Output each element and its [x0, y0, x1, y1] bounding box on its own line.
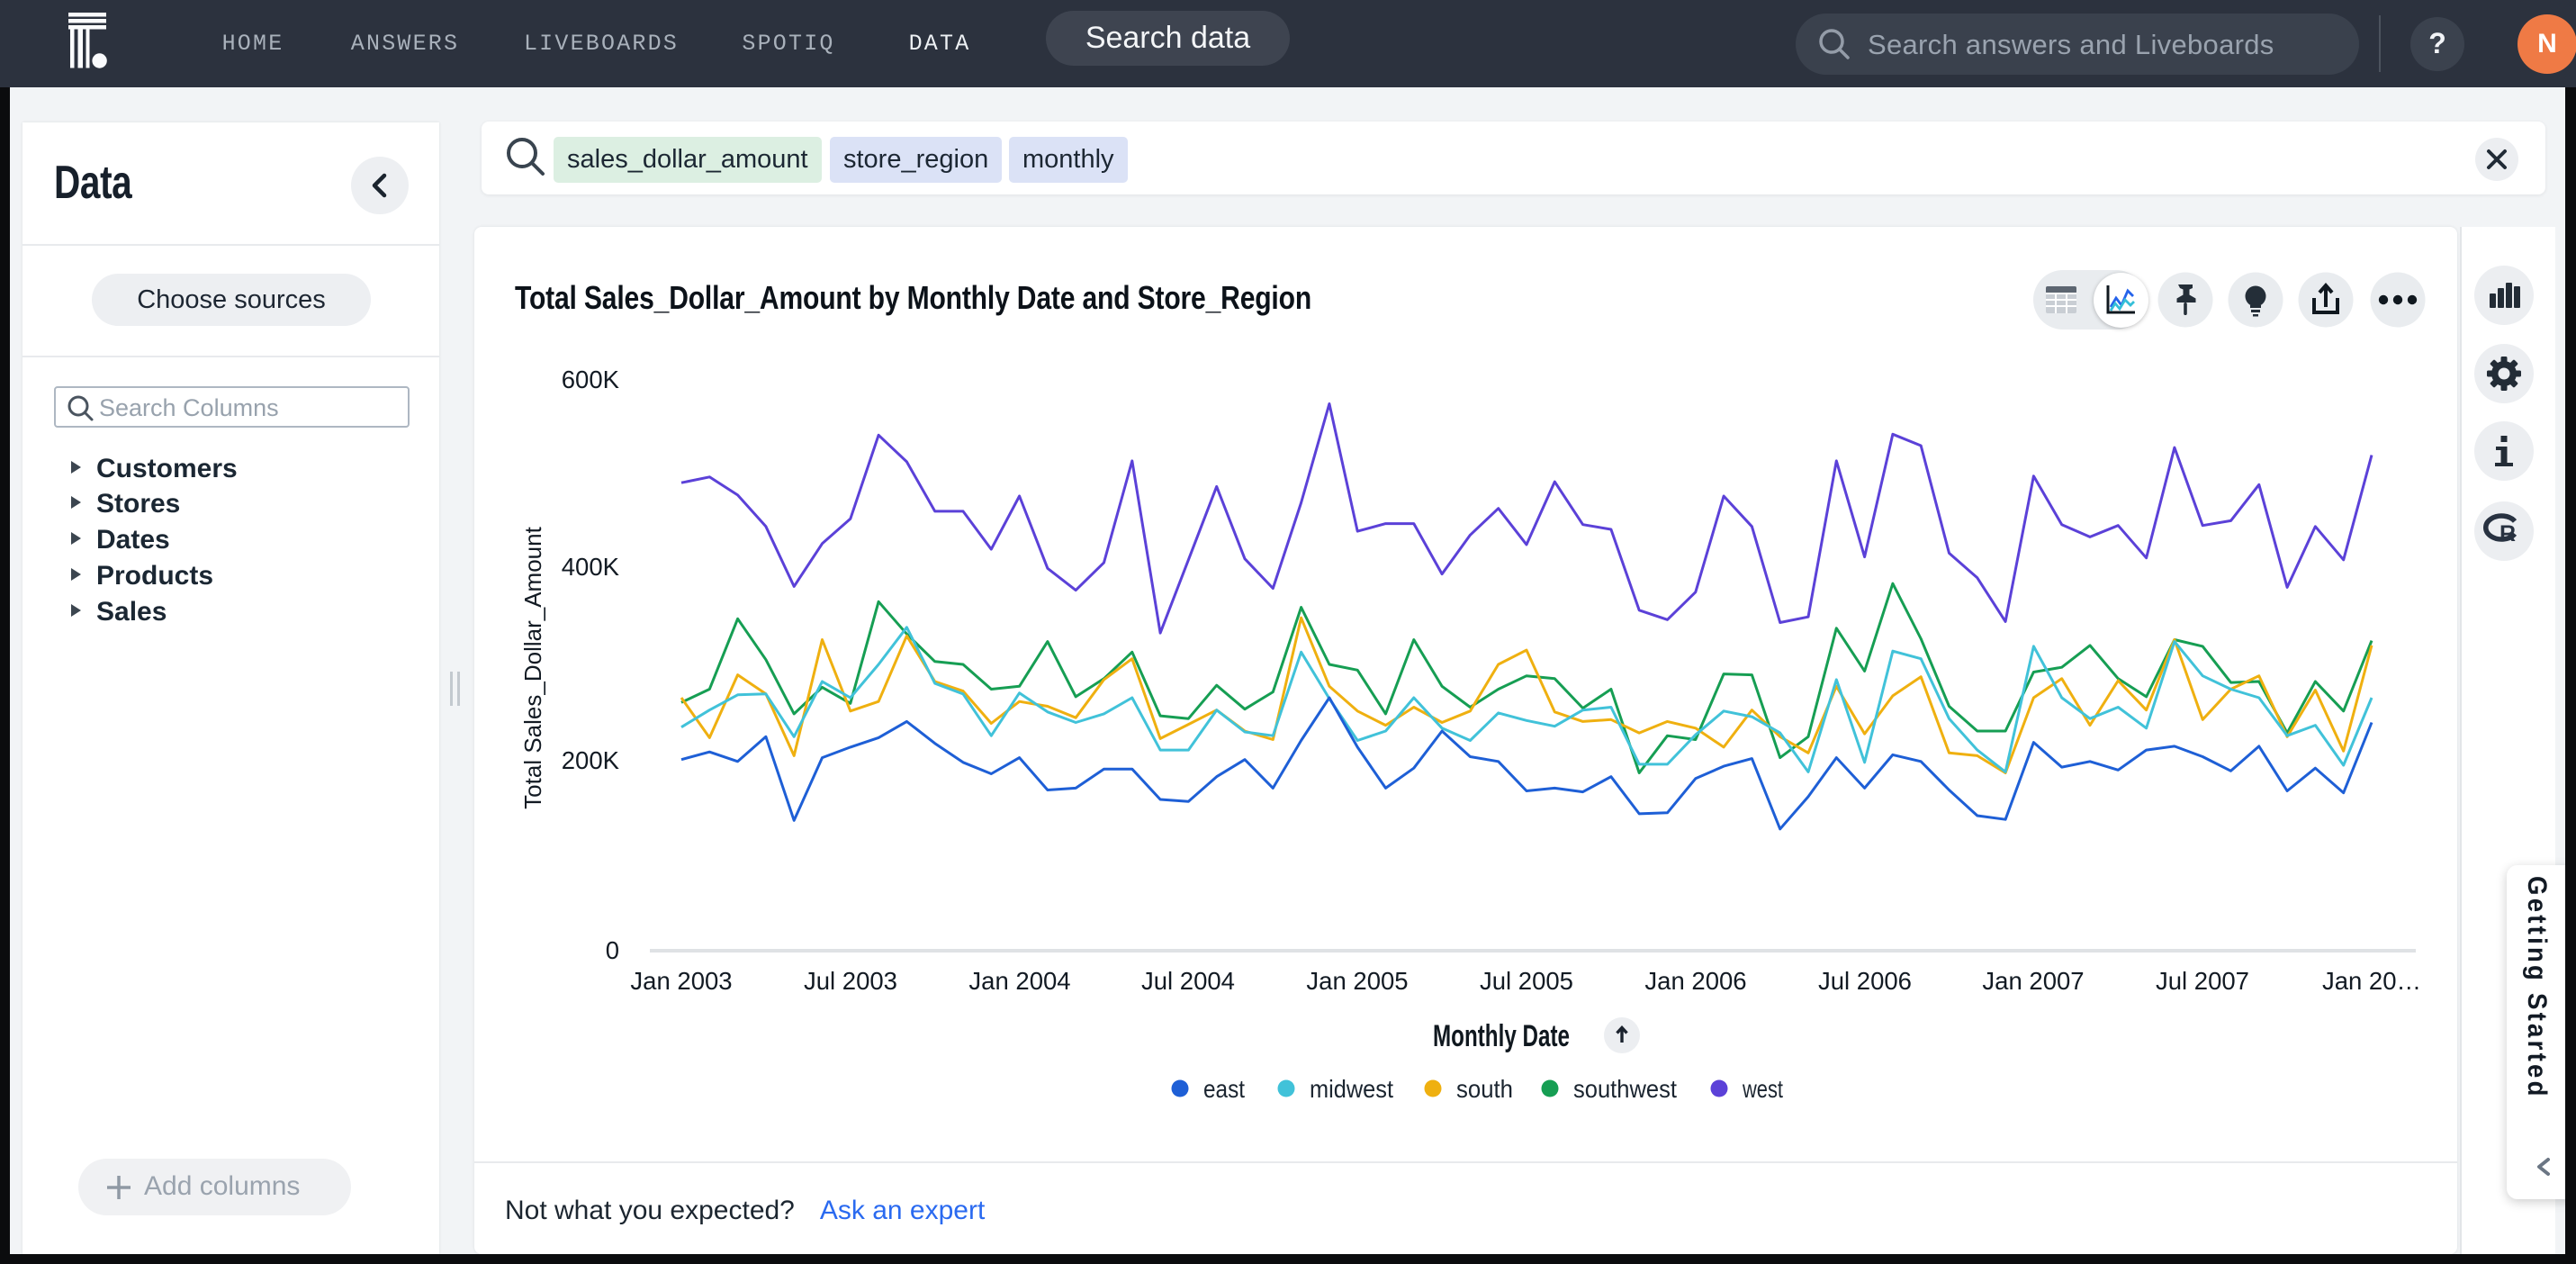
svg-text:Jan 2006: Jan 2006	[1644, 967, 1746, 995]
svg-text:0: 0	[606, 936, 619, 964]
svg-text:south: south	[1456, 1075, 1513, 1103]
svg-text:200K: 200K	[562, 746, 620, 774]
svg-text:east: east	[1203, 1075, 1245, 1103]
svg-text:west: west	[1742, 1075, 1783, 1103]
svg-text:600K: 600K	[562, 366, 620, 393]
svg-text:Jul 2003: Jul 2003	[804, 967, 897, 995]
svg-text:Jan 2005: Jan 2005	[1306, 967, 1408, 995]
svg-text:Jan 2007: Jan 2007	[1982, 967, 2084, 995]
svg-text:Jul 2007: Jul 2007	[2156, 967, 2249, 995]
svg-text:Jul 2005: Jul 2005	[1480, 967, 1573, 995]
svg-text:southwest: southwest	[1573, 1075, 1677, 1103]
svg-text:Jan 20…: Jan 20…	[2322, 967, 2421, 995]
svg-text:midwest: midwest	[1310, 1075, 1393, 1103]
svg-text:Jul 2004: Jul 2004	[1141, 967, 1235, 995]
svg-text:400K: 400K	[562, 553, 620, 581]
svg-text:Jul 2006: Jul 2006	[1818, 967, 1912, 995]
svg-text:Monthly Date: Monthly Date	[1433, 1019, 1570, 1053]
svg-text:R: R	[2499, 521, 2516, 546]
svg-text:Total Sales_Dollar_Amount: Total Sales_Dollar_Amount	[519, 526, 546, 808]
svg-text:Jan 2003: Jan 2003	[630, 967, 732, 995]
svg-text:Jan 2004: Jan 2004	[968, 967, 1070, 995]
